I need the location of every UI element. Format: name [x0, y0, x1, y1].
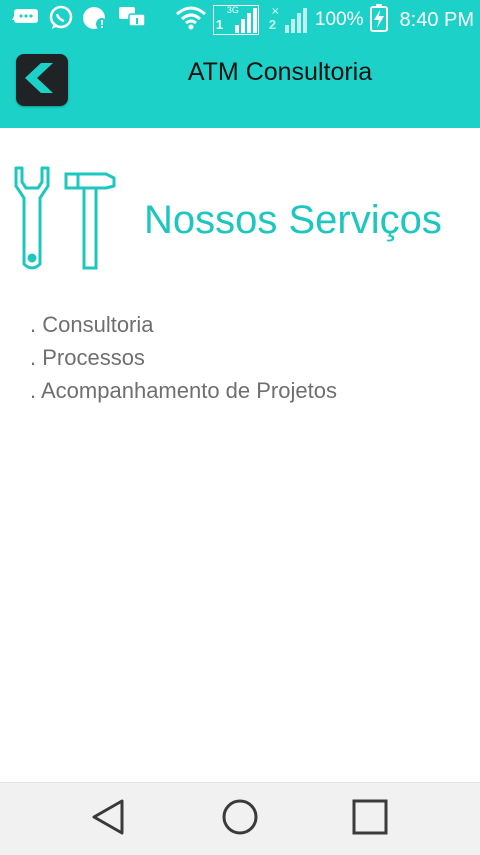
- list-item: . Acompanhamento de Projetos: [30, 378, 337, 403]
- svg-text:×: ×: [271, 6, 279, 17]
- list-item: . Consultoria: [30, 312, 154, 337]
- notification-icon: [82, 5, 110, 36]
- section-title: Nossos Serviços: [144, 198, 442, 242]
- tools-icon: [10, 164, 120, 272]
- back-nav-icon: [90, 798, 126, 841]
- main-content: Nossos Serviços . Consultoria . Processo…: [0, 128, 480, 780]
- nav-home-button[interactable]: [218, 797, 262, 841]
- nav-recents-button[interactable]: [348, 797, 392, 841]
- message-icon: [12, 6, 40, 35]
- sim1-label: 1: [215, 17, 224, 32]
- status-bar-notifications: [12, 5, 146, 36]
- signal-sim1-icon: 3G 1: [212, 5, 259, 35]
- nav-back-button[interactable]: [86, 797, 130, 841]
- wifi-icon: [175, 5, 207, 36]
- battery-charging-icon: [369, 3, 388, 37]
- chat-icon: [118, 5, 146, 36]
- network-badge: 3G: [226, 5, 239, 15]
- clock: 8:40 PM: [399, 8, 474, 31]
- navigation-bar: [0, 782, 480, 855]
- status-bar-system: 3G 1 × 2 100% 8:40 PM: [175, 3, 474, 37]
- list-item: . Processos: [30, 345, 145, 370]
- status-bar: 3G 1 × 2 100% 8:40 PM: [0, 0, 480, 40]
- app-title: ATM Consultoria: [187, 58, 373, 86]
- app-bar: ATM Consultoria: [0, 40, 480, 128]
- whatsapp-icon: [48, 5, 74, 36]
- sim2-label: 2: [268, 17, 277, 32]
- home-nav-icon: [220, 797, 260, 842]
- battery-percent: 100%: [314, 9, 364, 30]
- services-list: . Consultoria . Processos . Acompanhamen…: [30, 312, 337, 411]
- recents-nav-icon: [351, 798, 389, 841]
- signal-sim2-icon: × 2: [265, 5, 309, 35]
